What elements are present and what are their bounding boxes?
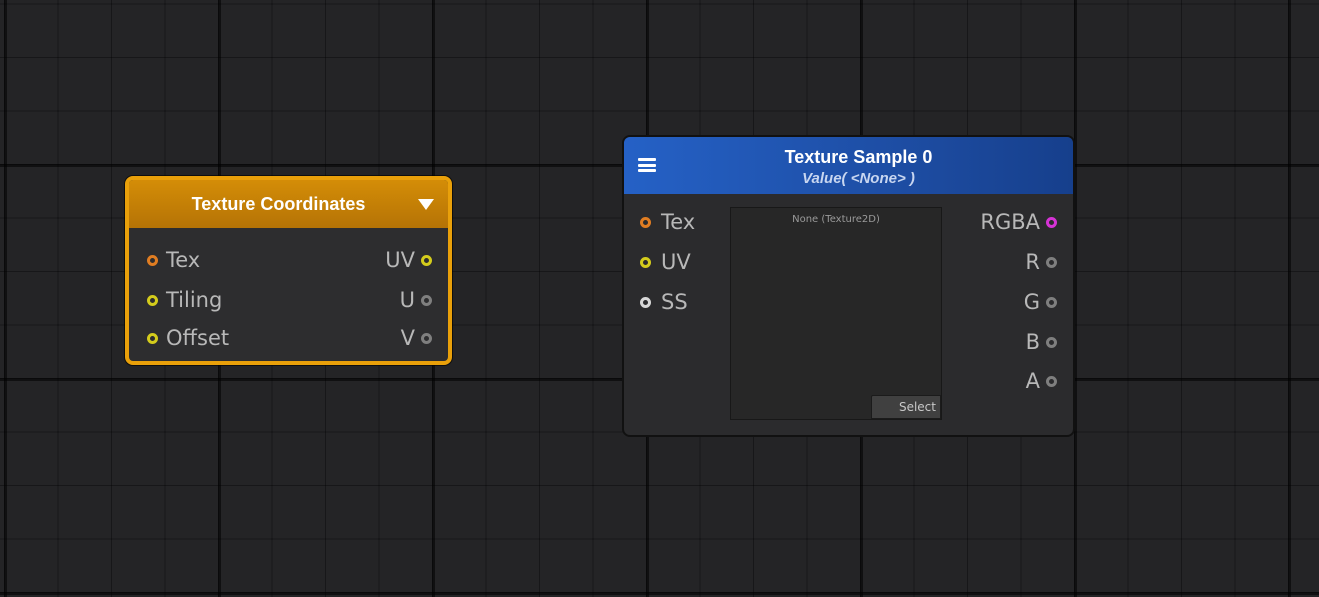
- ts-ss-input-label: SS: [661, 289, 688, 314]
- rgba-output-port[interactable]: [1046, 216, 1057, 228]
- ts-uv-input-port[interactable]: [640, 256, 651, 268]
- texture-coordinates-header[interactable]: Texture Coordinates: [129, 180, 448, 228]
- node-graph-canvas[interactable]: Texture Coordinates Tex UV Tiling U Offs…: [0, 0, 1319, 597]
- ts-ss-input-port[interactable]: [640, 296, 651, 308]
- tiling-input-label: Tiling: [166, 287, 223, 312]
- tc-row-tex-uv: Tex UV: [129, 248, 448, 272]
- uv-output-label: UV: [385, 247, 415, 272]
- texture-coordinates-node[interactable]: Texture Coordinates Tex UV Tiling U Offs…: [125, 176, 452, 365]
- v-output-port[interactable]: [421, 332, 432, 344]
- ts-output-a: A: [1026, 368, 1057, 394]
- texture-preview[interactable]: None (Texture2D) Select: [730, 207, 942, 420]
- ts-output-g: G: [1024, 289, 1057, 315]
- tc-row-tiling-u: Tiling U: [129, 288, 448, 312]
- texture-coordinates-title: Texture Coordinates: [191, 193, 366, 214]
- ts-output-r: R: [1025, 249, 1057, 275]
- ts-tex-input-label: Tex: [661, 209, 696, 234]
- uv-output-port[interactable]: [421, 254, 432, 266]
- rgba-output-label: RGBA: [980, 209, 1040, 234]
- ts-tex-input-port[interactable]: [640, 216, 651, 228]
- ts-output-b: B: [1026, 329, 1057, 355]
- tex-input-label: Tex: [166, 247, 201, 272]
- texture-sample-node[interactable]: Texture Sample 0 Value( <None> ) Tex UV …: [622, 135, 1075, 437]
- texture-sample-subtitle: Value( <None> ): [802, 170, 915, 187]
- v-output-label: V: [400, 325, 415, 350]
- ts-input-tex: Tex: [640, 209, 695, 235]
- b-output-port[interactable]: [1046, 336, 1057, 348]
- tiling-input-port[interactable]: [147, 294, 158, 306]
- g-output-port[interactable]: [1046, 296, 1057, 308]
- ts-output-rgba: RGBA: [980, 209, 1057, 235]
- offset-input-label: Offset: [166, 325, 230, 350]
- texture-name-label: None (Texture2D): [792, 214, 880, 225]
- tex-input-port[interactable]: [147, 254, 158, 266]
- r-output-port[interactable]: [1046, 256, 1057, 268]
- r-output-label: R: [1025, 249, 1040, 274]
- tc-row-offset-v: Offset V: [129, 326, 448, 350]
- offset-input-port[interactable]: [147, 332, 158, 344]
- a-output-port[interactable]: [1046, 375, 1057, 387]
- select-texture-button[interactable]: Select: [871, 395, 941, 419]
- u-output-label: U: [399, 287, 415, 312]
- ts-uv-input-label: UV: [661, 249, 691, 274]
- ts-input-uv: UV: [640, 249, 691, 275]
- texture-sample-title: Texture Sample 0: [784, 147, 933, 167]
- a-output-label: A: [1025, 368, 1040, 393]
- u-output-port[interactable]: [421, 294, 432, 306]
- g-output-label: G: [1023, 289, 1040, 314]
- b-output-label: B: [1025, 329, 1040, 354]
- texture-sample-header[interactable]: Texture Sample 0 Value( <None> ): [624, 137, 1073, 194]
- triangle-down-icon[interactable]: [418, 199, 434, 210]
- ts-input-ss: SS: [640, 289, 688, 315]
